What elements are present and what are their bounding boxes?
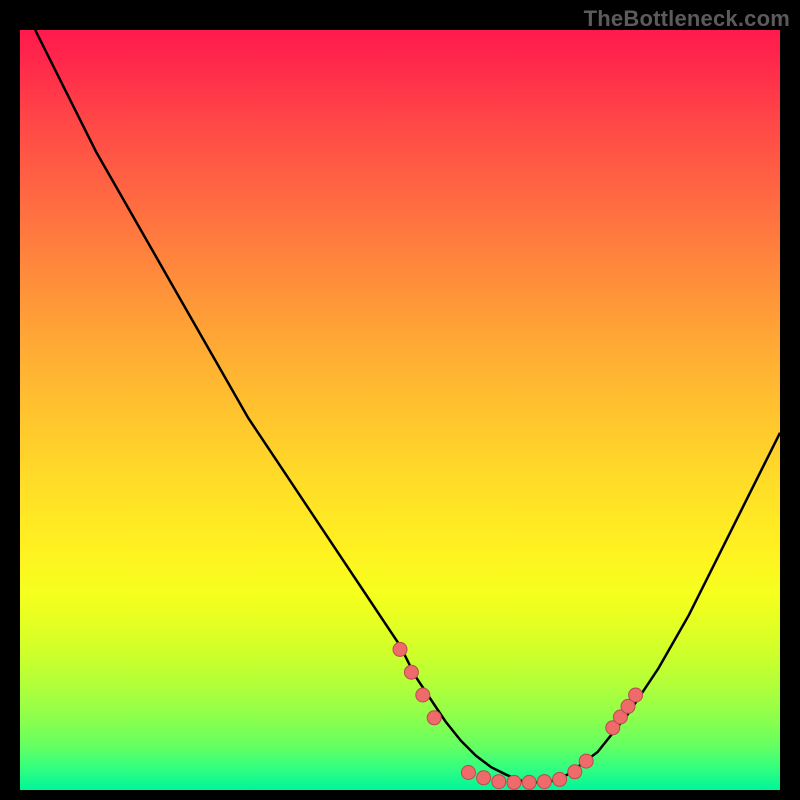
curve-marker [404, 665, 418, 679]
plot-overlay [20, 30, 780, 790]
curve-marker [629, 688, 643, 702]
plot-area [20, 30, 780, 790]
curve-marker [477, 771, 491, 785]
curve-marker [427, 711, 441, 725]
curve-marker [537, 775, 551, 789]
curve-marker [579, 754, 593, 768]
curve-marker [492, 775, 506, 789]
watermark-text: TheBottleneck.com [584, 6, 790, 32]
curve-marker [553, 772, 567, 786]
curve-marker [461, 766, 475, 780]
curve-marker [522, 775, 536, 789]
curve-marker [416, 688, 430, 702]
curve-marker [568, 765, 582, 779]
curve-marker [393, 642, 407, 656]
curve-marker [507, 775, 521, 789]
chart-frame: TheBottleneck.com [0, 0, 800, 800]
marker-group [393, 642, 643, 789]
